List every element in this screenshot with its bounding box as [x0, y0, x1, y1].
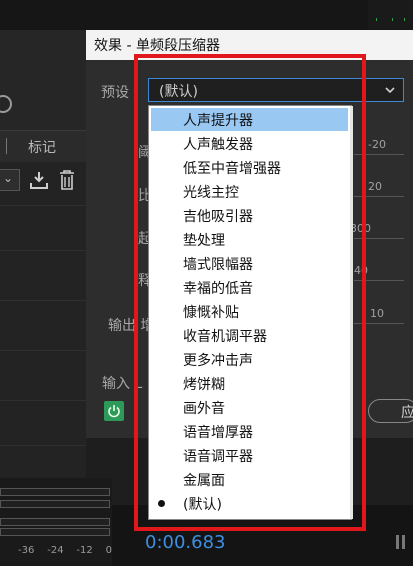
level-meter-bar [0, 528, 110, 536]
power-toggle-button[interactable] [104, 401, 124, 421]
power-icon [108, 405, 120, 418]
meter-scale-label: 0 [105, 545, 112, 556]
tab-markers[interactable]: 标记 [28, 137, 56, 157]
waveform-tick [392, 18, 393, 21]
apply-button-label: 应 [401, 405, 413, 421]
tab-divider [6, 138, 14, 154]
track-divider [0, 300, 86, 301]
waveform-tick [404, 18, 405, 21]
track-divider [0, 400, 86, 401]
scale-number: -20 [368, 138, 386, 151]
track-divider [0, 205, 86, 206]
left-panel-tabs: 标记 [0, 130, 86, 162]
top-strip [0, 0, 413, 30]
preset-label: 预设 [101, 85, 129, 101]
level-meter-bar [0, 500, 110, 508]
time-readout: 0:00.683 [145, 532, 226, 553]
chevron-down-icon: ⌄ [3, 171, 14, 185]
level-meter-bar [0, 518, 110, 526]
dialog-title: 效果 - 单频段压缩器 [94, 38, 220, 54]
scale-number: 20 [368, 180, 382, 193]
track-divider [0, 445, 86, 446]
apply-button[interactable]: 应 [368, 399, 413, 423]
pause-icon[interactable] [396, 535, 406, 549]
meter-scale-label: -36 [18, 545, 35, 556]
left-panel-header [0, 30, 86, 130]
annotation-frame [134, 54, 366, 531]
meter-scale-label: -24 [47, 545, 64, 556]
trash-icon[interactable] [57, 169, 77, 191]
level-meter-bar [0, 488, 110, 496]
track-divider [0, 250, 86, 251]
chevron-down-icon [385, 87, 395, 94]
waveform-tick [376, 18, 377, 21]
track-divider [0, 350, 86, 351]
meter-scale: · -36 -24 -12 0 [2, 545, 112, 556]
scale-number: 10 [370, 307, 384, 320]
top-right-panel [368, 0, 413, 32]
panel-dropdown[interactable]: ⌄ [0, 169, 20, 191]
download-icon[interactable] [29, 170, 49, 190]
meter-scale-label: -12 [76, 545, 93, 556]
